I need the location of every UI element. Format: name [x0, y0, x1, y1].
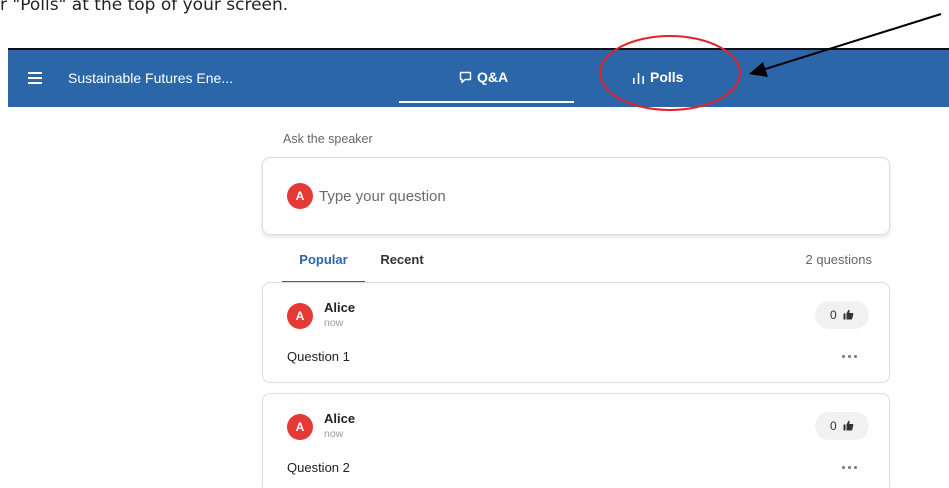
question-input[interactable] — [319, 184, 819, 208]
bar-chart-icon — [633, 73, 644, 84]
like-count: 0 — [829, 308, 837, 322]
more-options-icon[interactable] — [838, 459, 862, 475]
ask-question-box[interactable]: A — [262, 157, 890, 235]
tab-qa-label: Q&A — [477, 69, 509, 85]
question-text: Question 2 — [287, 460, 350, 475]
tab-popular[interactable]: Popular — [282, 243, 365, 283]
question-author: Alice — [324, 300, 356, 315]
avatar: A — [287, 183, 313, 209]
avatar: A — [287, 414, 313, 440]
thumbs-up-icon — [843, 309, 854, 320]
question-count: 2 questions — [805, 252, 873, 267]
question-time: now — [324, 428, 344, 440]
question-text: Question 1 — [287, 349, 350, 364]
tab-polls[interactable]: Polls — [610, 49, 730, 107]
event-title: Sustainable Futures Ene... — [68, 70, 233, 86]
like-button[interactable]: 0 — [815, 301, 869, 329]
question-card: A Alice now 0 Question 1 — [262, 282, 890, 383]
active-tab-indicator — [399, 101, 574, 103]
ask-speaker-label: Ask the speaker — [283, 132, 373, 146]
chat-bubble-icon — [459, 71, 472, 84]
instruction-text: r "Polls" at the top of your screen. — [0, 0, 289, 15]
like-count: 0 — [829, 419, 837, 433]
avatar: A — [287, 303, 313, 329]
like-button[interactable]: 0 — [815, 412, 869, 440]
thumbs-up-icon — [843, 420, 854, 431]
menu-icon[interactable] — [28, 72, 42, 84]
tab-polls-label: Polls — [650, 69, 684, 85]
more-options-icon[interactable] — [838, 348, 862, 364]
screenshot: r "Polls" at the top of your screen. Sus… — [0, 0, 949, 488]
question-card: A Alice now 0 Question 2 — [262, 393, 890, 488]
question-time: now — [324, 317, 344, 329]
question-author: Alice — [324, 411, 356, 426]
tab-recent[interactable]: Recent — [366, 243, 438, 283]
tab-qa[interactable]: Q&A — [399, 49, 574, 107]
